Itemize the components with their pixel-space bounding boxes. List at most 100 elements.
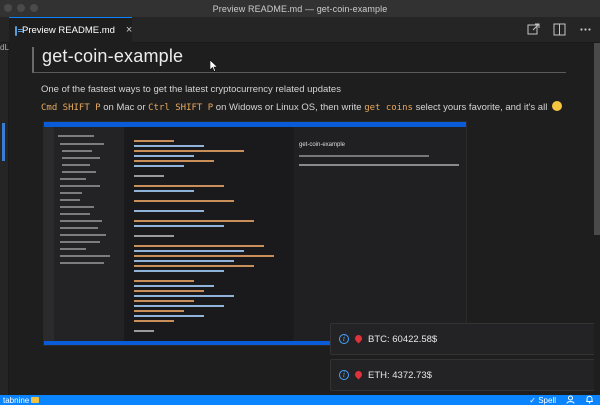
embedded-code-line (134, 300, 194, 302)
embedded-explorer-line (62, 171, 96, 173)
embedded-code-line (134, 285, 214, 287)
embedded-explorer-line (60, 206, 94, 208)
bell-icon[interactable] (585, 395, 594, 405)
eth-price-notification[interactable]: i ETH: 4372.73$ (330, 359, 596, 391)
embedded-code-line (134, 265, 254, 267)
embedded-explorer-line (58, 135, 94, 137)
embedded-explorer-line (60, 192, 82, 194)
minimize-window-dot[interactable] (17, 4, 25, 12)
embedded-preview-pane (294, 127, 466, 345)
embedded-explorer-line (60, 220, 102, 222)
embedded-code-line (134, 310, 184, 312)
instructions-text-1: on Mac or (100, 102, 149, 113)
heading-block: get-coin-example (32, 46, 566, 73)
spell-check-status[interactable]: ✓ Spell (529, 396, 556, 405)
maximize-window-dot[interactable] (30, 4, 38, 12)
embedded-code-line (134, 295, 234, 297)
eth-price-text: ETH: 4372.73$ (368, 369, 432, 381)
embedded-code-line (134, 160, 214, 162)
spell-label: Spell (538, 395, 556, 405)
tab-preview-readme[interactable]: Preview README.md × (9, 17, 132, 43)
window-controls[interactable] (4, 4, 38, 12)
side-panel-label: dLis (0, 43, 9, 52)
instructions-text-3: select yours favorite, and it's all (412, 102, 550, 113)
embedded-explorer-line (60, 213, 90, 215)
embedded-explorer-line (60, 199, 80, 201)
embedded-preview-title: get-coin-example (299, 142, 346, 148)
embedded-code-line (134, 145, 204, 147)
mac-shortcut-code: Cmd SHIFT P (41, 103, 101, 113)
embedded-code-line (134, 165, 184, 167)
embedded-explorer-line (60, 262, 104, 264)
smile-emoji-icon (551, 101, 562, 111)
embedded-preview-line (299, 155, 429, 157)
close-icon[interactable]: × (126, 25, 132, 36)
embedded-explorer-line (60, 234, 106, 236)
embedded-explorer-line (60, 178, 86, 180)
embedded-code-line (134, 185, 224, 187)
tab-label: Preview README.md (22, 25, 115, 36)
embedded-explorer-line (60, 248, 86, 250)
embedded-explorer-line (62, 157, 100, 159)
embedded-explorer-line (60, 241, 100, 243)
embedded-code-line (134, 225, 224, 227)
embedded-code-line (134, 235, 174, 237)
editor-tab-bar: Preview README.md × (0, 17, 600, 43)
pin-icon (355, 335, 362, 344)
embedded-code-line (134, 190, 194, 192)
btc-price-notification[interactable]: i BTC: 60422.58$ (330, 323, 596, 355)
command-code: get coins (364, 103, 413, 113)
instructions-paragraph: Cmd SHIFT P on Mac or Ctrl SHIFT P on Wi… (41, 101, 562, 113)
close-window-dot[interactable] (4, 4, 12, 12)
editor-actions (526, 23, 592, 36)
embedded-code-line (134, 315, 204, 317)
embedded-code-line (134, 155, 194, 157)
window-title: Preview README.md — get-coin-example (212, 3, 388, 14)
pin-icon (355, 371, 362, 380)
intro-paragraph: One of the fastest ways to get the lates… (41, 84, 341, 95)
embedded-code-line (134, 140, 174, 142)
embedded-explorer-line (60, 227, 98, 229)
embedded-preview-line (299, 164, 459, 166)
tabnine-status[interactable]: tabnine (3, 395, 40, 405)
account-icon[interactable] (566, 395, 575, 405)
embedded-explorer-line (60, 185, 100, 187)
preview-icon (15, 25, 23, 36)
tabnine-icon (31, 396, 40, 403)
embedded-code-line (134, 290, 204, 292)
embedded-explorer-line (60, 255, 110, 257)
embedded-explorer-line (62, 150, 92, 152)
embedded-screenshot-image: get-coin-example (43, 121, 467, 346)
embedded-code-line (134, 320, 174, 322)
more-actions-icon[interactable] (578, 23, 592, 36)
info-icon: i (339, 370, 349, 380)
embedded-explorer-line (60, 143, 104, 145)
embedded-explorer (54, 127, 124, 345)
info-icon: i (339, 334, 349, 344)
preview-scrollbar-thumb[interactable] (594, 43, 600, 235)
open-source-icon[interactable] (526, 23, 540, 36)
embedded-code-line (134, 280, 194, 282)
embedded-code-line (134, 250, 244, 252)
markdown-preview: get-coin-example One of the fastest ways… (10, 43, 596, 395)
win-shortcut-code: Ctrl SHIFT P (148, 103, 214, 113)
tabnine-label: tabnine (3, 395, 30, 405)
embedded-code-line (134, 270, 224, 272)
page-title: get-coin-example (42, 46, 184, 66)
embedded-code-line (134, 255, 274, 257)
embedded-code-line (134, 260, 234, 262)
split-editor-icon[interactable] (552, 23, 566, 36)
instructions-text-2: on Widows or Linux OS, then write (213, 102, 365, 113)
side-panel-edge: dLis (0, 43, 9, 395)
embedded-code-line (134, 175, 164, 177)
title-bar: Preview README.md — get-coin-example (0, 0, 600, 17)
embedded-code-line (134, 305, 224, 307)
embedded-code-line (134, 150, 244, 152)
embedded-activity-bar (44, 127, 54, 345)
embedded-code-line (134, 220, 254, 222)
embedded-code-line (134, 200, 234, 202)
side-panel-scroll-indicator[interactable] (2, 123, 5, 161)
status-bar: tabnine ✓ Spell (0, 395, 600, 405)
embedded-explorer-line (62, 164, 90, 166)
embedded-code-line (134, 210, 204, 212)
